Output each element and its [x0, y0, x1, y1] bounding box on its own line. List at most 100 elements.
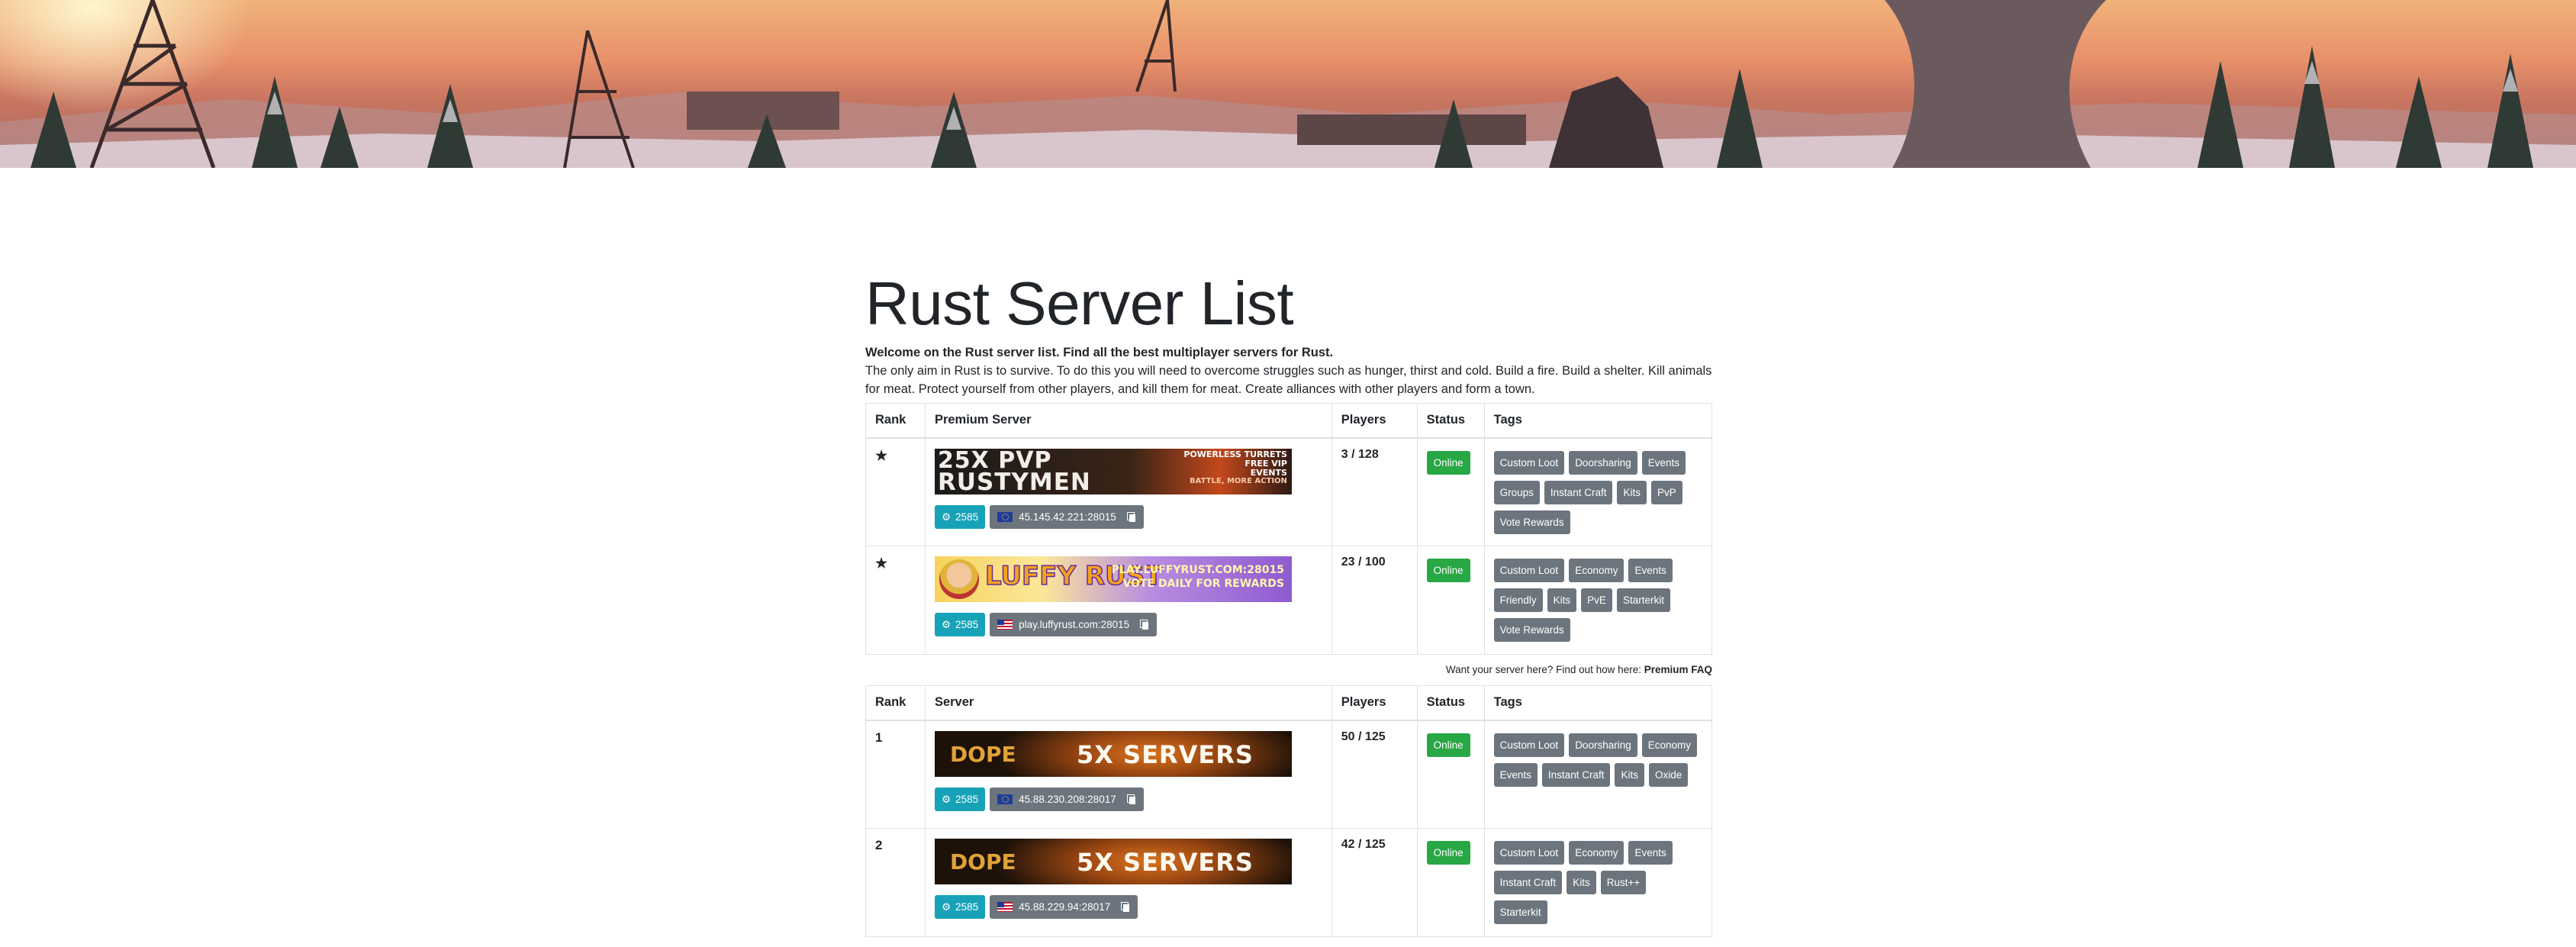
players-cell: 50 / 125: [1331, 720, 1418, 829]
banner-text: BATTLE, MORE ACTION: [1190, 476, 1287, 485]
server-banner[interactable]: DOPE 5X SERVERS: [934, 730, 1292, 777]
server-cell: DOPE 5X SERVERS ⚙ 2585 45.88.229.94:28017: [924, 828, 1332, 937]
table-row[interactable]: 1 DOPE 5X SERVERS ⚙ 2585 45.88.230.208:28…: [865, 720, 1713, 829]
vote-count-badge[interactable]: ⚙ 2585: [934, 895, 986, 919]
us-flag-icon: [997, 620, 1013, 630]
server-address-badge[interactable]: 45.145.42.221:28015: [990, 504, 1144, 529]
header-status: Status: [1416, 403, 1485, 439]
status-cell: Online: [1416, 828, 1485, 937]
tag[interactable]: Friendly: [1493, 588, 1543, 612]
status-cell: Online: [1416, 546, 1485, 655]
rank-cell: 1: [865, 720, 926, 829]
copy-icon[interactable]: [1126, 511, 1136, 522]
tag[interactable]: Rust++: [1600, 871, 1647, 894]
server-address-badge[interactable]: 45.88.229.94:28017: [990, 895, 1138, 919]
server-banner[interactable]: DOPE 5X SERVERS: [934, 839, 1292, 884]
server-meta: ⚙ 2585 45.88.229.94:28017: [934, 895, 1322, 919]
vote-count-badge[interactable]: ⚙ 2585: [934, 787, 986, 811]
star-icon: ★: [875, 556, 888, 571]
copy-icon[interactable]: [1126, 794, 1136, 804]
tag[interactable]: Events: [1628, 841, 1673, 865]
server-address: 45.88.230.208:28017: [1019, 793, 1116, 805]
tag[interactable]: Events: [1493, 762, 1538, 787]
players-cell: 23 / 100: [1331, 546, 1418, 655]
server-cell: 25X PVP RUSTYMEN POWERLESS TURRETS FREE …: [924, 437, 1332, 546]
header-players: Players: [1331, 685, 1418, 721]
premium-table-header: Rank Premium Server Players Status Tags: [865, 403, 1713, 439]
header-tags: Tags: [1483, 685, 1713, 721]
premium-note: Want your server here? Find out how here…: [865, 655, 1712, 685]
tag[interactable]: Custom Loot: [1493, 733, 1565, 757]
banner-text: 5X SERVERS: [1076, 739, 1254, 769]
tag[interactable]: Oxide: [1648, 762, 1689, 787]
server-banner[interactable]: LUFFY RUST PLAY.LUFFYRUST.COM:28015 VOTE…: [934, 556, 1292, 602]
tag[interactable]: PvP: [1650, 480, 1682, 504]
tag[interactable]: Events: [1641, 450, 1686, 475]
gear-icon: ⚙: [941, 619, 952, 630]
status-cell: Online: [1416, 720, 1485, 829]
tag[interactable]: PvE: [1581, 588, 1612, 612]
server-address-badge[interactable]: play.luffyrust.com:28015: [990, 613, 1158, 636]
tags-cell: Custom Loot Doorsharing Economy Events I…: [1483, 720, 1713, 829]
tag[interactable]: Kits: [1617, 480, 1647, 504]
rank-cell: 2: [865, 828, 926, 937]
vote-count: 2585: [955, 901, 979, 913]
server-meta: ⚙ 2585 play.luffyrust.com:28015: [934, 613, 1322, 636]
tag[interactable]: Economy: [1641, 733, 1698, 757]
copy-icon[interactable]: [1140, 620, 1149, 630]
tag[interactable]: Vote Rewards: [1493, 510, 1570, 534]
intro-text: The only aim in Rust is to survive. To d…: [865, 364, 1712, 396]
eu-flag-icon: [997, 794, 1013, 804]
tag[interactable]: Custom Loot: [1493, 841, 1565, 865]
banner-text: RUSTYMEN: [937, 468, 1091, 494]
vote-count-badge[interactable]: ⚙ 2585: [934, 504, 986, 529]
tag[interactable]: Economy: [1569, 841, 1624, 865]
table-row[interactable]: ★ 25X PVP RUSTYMEN POWERLESS TURRETS FRE…: [865, 437, 1713, 546]
copy-icon[interactable]: [1121, 902, 1130, 912]
tags-cell: Custom Loot Doorsharing Events Groups In…: [1483, 437, 1713, 546]
tag[interactable]: Events: [1628, 559, 1673, 582]
header-server: Server: [924, 685, 1332, 721]
character-image: [939, 559, 979, 599]
tag[interactable]: Instant Craft: [1493, 871, 1563, 894]
tag[interactable]: Doorsharing: [1569, 450, 1637, 475]
vote-count-badge[interactable]: ⚙ 2585: [934, 613, 986, 636]
status-badge: Online: [1426, 450, 1470, 475]
tag-list: Custom Loot Doorsharing Events Groups In…: [1493, 448, 1702, 534]
tag[interactable]: Kits: [1547, 588, 1577, 612]
vote-count: 2585: [955, 619, 979, 630]
tag[interactable]: Kits: [1615, 762, 1644, 787]
tag[interactable]: Groups: [1493, 480, 1540, 504]
tag[interactable]: Instant Craft: [1544, 480, 1613, 504]
server-address: 45.88.229.94:28017: [1019, 901, 1111, 913]
status-badge: Online: [1426, 733, 1470, 757]
tag[interactable]: Custom Loot: [1493, 450, 1565, 475]
header-rank: Rank: [865, 403, 926, 439]
page-title: Rust Server List: [865, 269, 1294, 337]
tags-cell: Custom Loot Economy Events Instant Craft…: [1483, 828, 1713, 937]
server-address-badge[interactable]: 45.88.230.208:28017: [990, 787, 1144, 811]
vote-count: 2585: [955, 793, 979, 805]
tag[interactable]: Vote Rewards: [1493, 618, 1570, 642]
tag[interactable]: Starterkit: [1493, 900, 1547, 924]
table-row[interactable]: ★ LUFFY RUST PLAY.LUFFYRUST.COM:28015 VO…: [865, 546, 1713, 655]
premium-faq-link[interactable]: Premium FAQ: [1644, 664, 1712, 675]
tag[interactable]: Economy: [1569, 559, 1624, 582]
server-banner[interactable]: 25X PVP RUSTYMEN POWERLESS TURRETS FREE …: [934, 448, 1292, 494]
intro-bold: Welcome on the Rust server list. Find al…: [865, 346, 1334, 359]
header-premium-server: Premium Server: [924, 403, 1332, 439]
vote-count: 2585: [955, 511, 979, 523]
table-row[interactable]: 2 DOPE 5X SERVERS ⚙ 2585 45.88.229.94:280…: [865, 828, 1713, 937]
header-tags: Tags: [1483, 403, 1713, 439]
banner-logo: DOPE: [949, 741, 1016, 767]
players-cell: 42 / 125: [1331, 828, 1418, 937]
tag[interactable]: Doorsharing: [1569, 733, 1637, 757]
server-table-header: Rank Server Players Status Tags: [865, 685, 1713, 721]
tag[interactable]: Kits: [1567, 871, 1596, 894]
server-meta: ⚙ 2585 45.145.42.221:28015: [934, 504, 1322, 529]
tag[interactable]: Starterkit: [1616, 588, 1670, 612]
server-meta: ⚙ 2585 45.88.230.208:28017: [934, 787, 1322, 811]
server-cell: DOPE 5X SERVERS ⚙ 2585 45.88.230.208:2801…: [924, 720, 1332, 829]
tag[interactable]: Instant Craft: [1541, 762, 1611, 787]
tag[interactable]: Custom Loot: [1493, 559, 1565, 582]
